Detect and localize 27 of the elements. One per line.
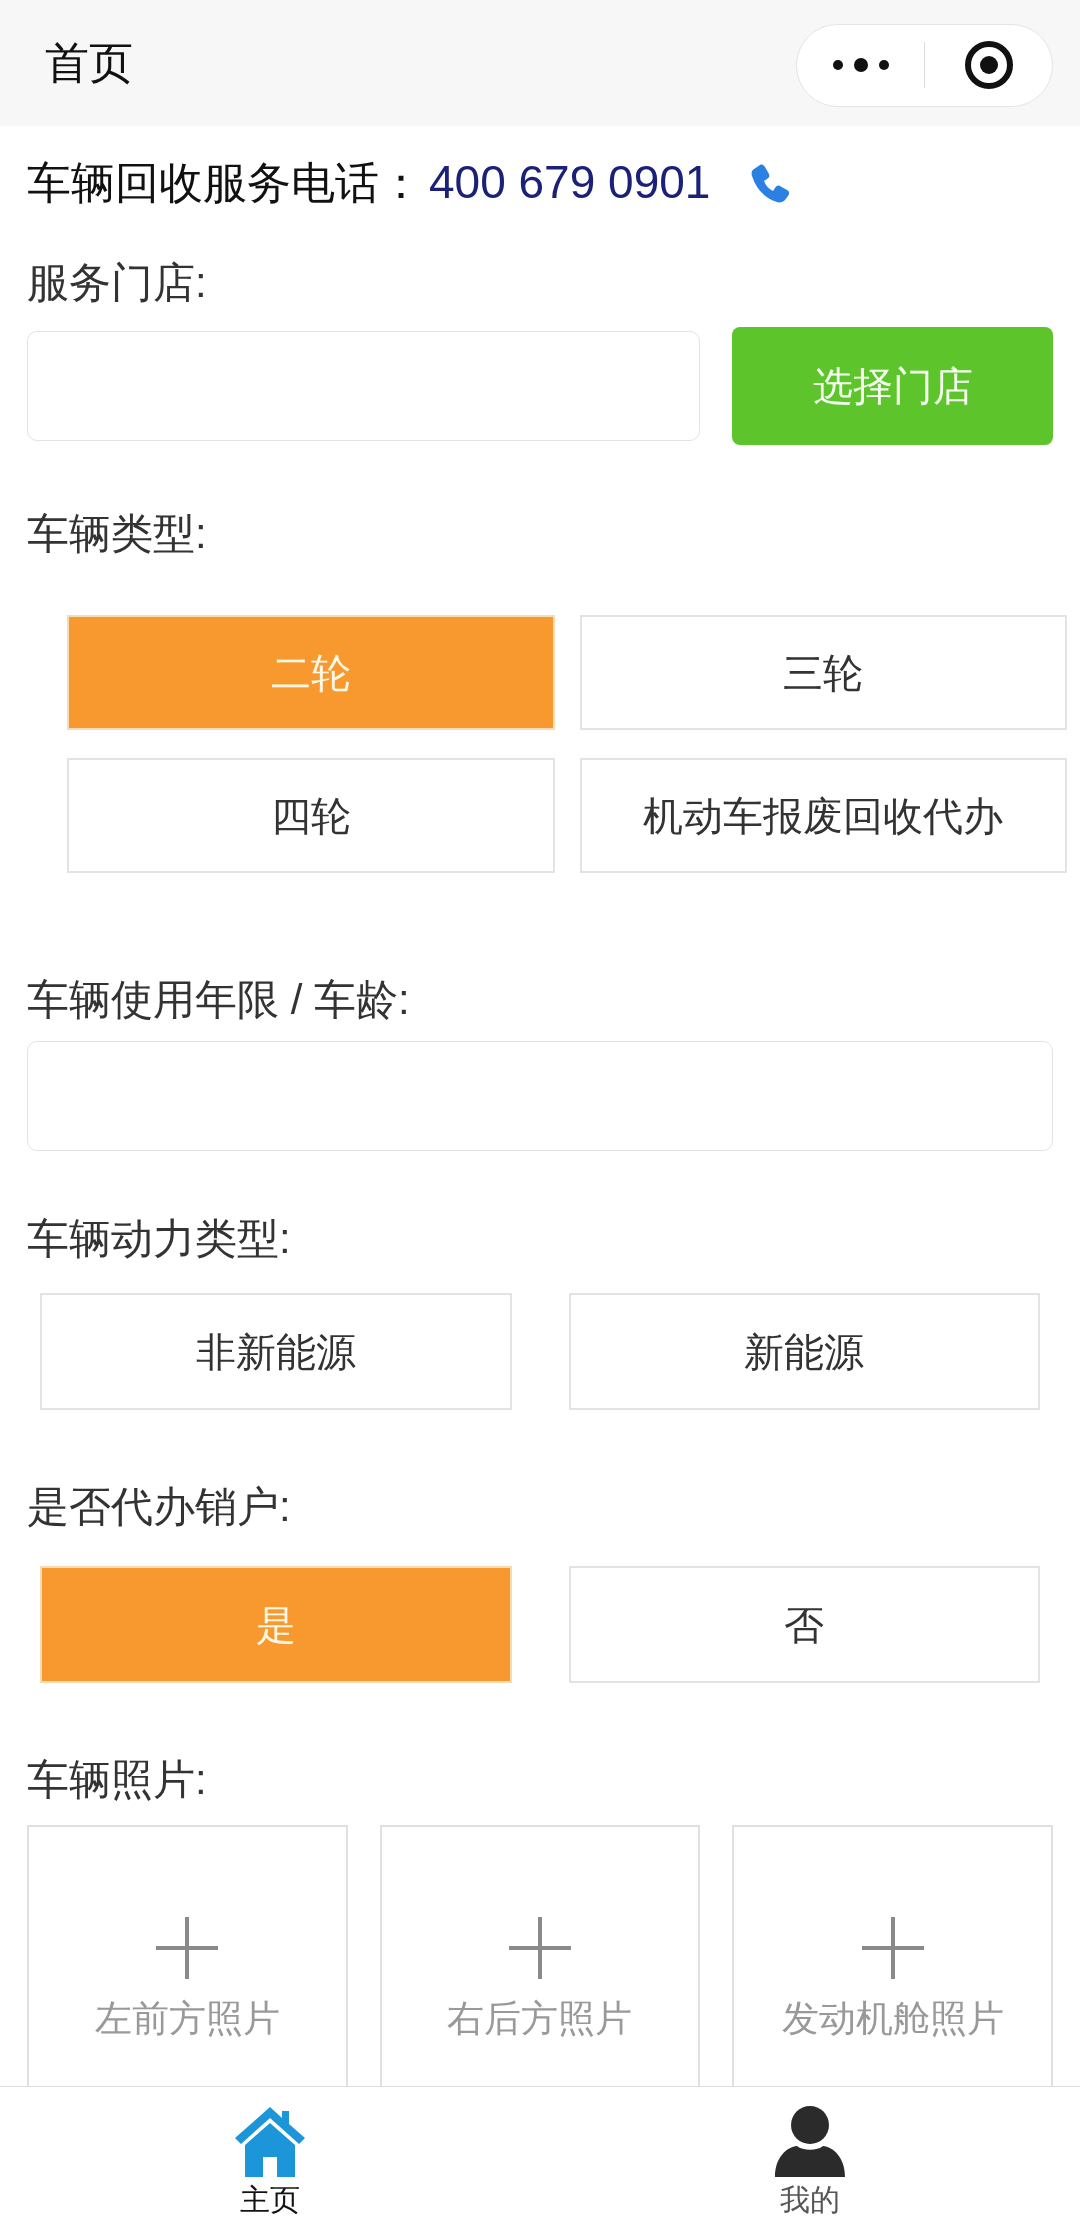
person-icon xyxy=(773,2105,847,2177)
close-target-icon[interactable] xyxy=(963,40,1014,90)
vehicle-age-field[interactable] xyxy=(27,1041,1053,1151)
tab-item[interactable]: 我的 xyxy=(773,2105,847,2219)
field-label: 是否代办销户: xyxy=(27,1482,291,1532)
hotline-label: 车辆回收服务电话： xyxy=(27,156,423,209)
vehicle-type-option[interactable]: 四轮 xyxy=(67,758,555,873)
field-label: 车辆类型: xyxy=(27,509,207,559)
vehicle-type-option[interactable]: 机动车报废回收代办 xyxy=(579,758,1067,873)
plus-icon xyxy=(509,1917,571,1979)
field-label: 服务门店: xyxy=(27,258,207,308)
plus-icon xyxy=(861,1917,924,1979)
phone-icon xyxy=(750,163,791,203)
vehicle-type-option[interactable]: 三轮 xyxy=(579,615,1067,730)
plus-icon xyxy=(156,1917,219,1979)
tab-item[interactable]: 主页 xyxy=(233,2105,307,2219)
store-field[interactable] xyxy=(27,331,700,441)
field-label: 车辆动力类型: xyxy=(27,1214,291,1264)
deregistration-option[interactable]: 否 xyxy=(568,1566,1040,1683)
page-title: 首页 xyxy=(45,36,133,89)
phone-number-link[interactable]: 400 679 0901 xyxy=(429,155,711,211)
more-icon[interactable] xyxy=(831,58,890,72)
power-type-option[interactable]: 非新能源 xyxy=(40,1293,512,1410)
power-type-option[interactable]: 新能源 xyxy=(568,1293,1040,1410)
field-label: 车辆使用年限 / 车龄: xyxy=(27,975,410,1025)
home-icon xyxy=(233,2105,307,2177)
field-label: 车辆照片: xyxy=(27,1755,207,1805)
